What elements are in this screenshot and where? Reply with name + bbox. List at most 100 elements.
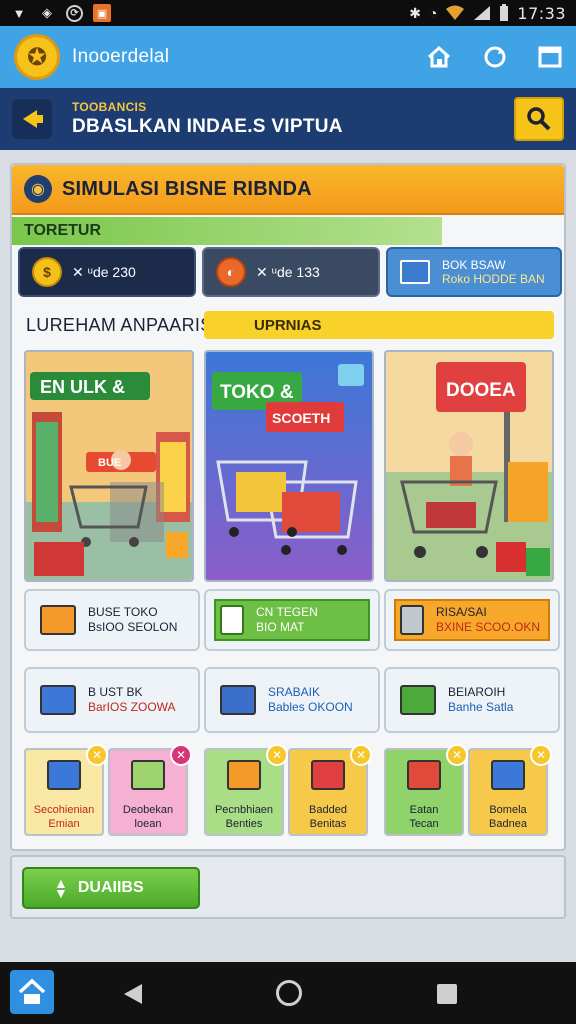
nav-recents-icon[interactable] [437, 984, 457, 1004]
bin-icon [400, 605, 424, 635]
book-icon [220, 685, 256, 715]
home-icon[interactable] [426, 45, 452, 69]
search-button[interactable] [514, 97, 564, 141]
tile-bomela[interactable]: ✕ Bomela Badnea [468, 744, 552, 836]
sync-icon: ⟳ [66, 4, 83, 22]
app-title: Inooerdelal [72, 46, 170, 67]
store-illustration-3: DOOEA [386, 352, 552, 580]
scene-1-sign: EN ULK & [40, 377, 125, 397]
option-srabaik[interactable]: SRABAIK Bables OKOON [204, 667, 380, 733]
star-badge-icon: ✕ [266, 744, 288, 766]
status-bar: ▼ ◈ ⟳ ▣ ✱ ◔ 17:33 [0, 0, 576, 26]
back-arrow-icon [23, 110, 43, 128]
scene-2-sign: TOKO & [220, 382, 294, 403]
option-sublabel: BIO MAT [256, 620, 305, 634]
download-icon: ▼ [12, 5, 26, 21]
star-badge-icon: ✕ [350, 744, 372, 766]
window-icon[interactable] [538, 46, 562, 68]
back-button[interactable] [12, 99, 52, 139]
tile-label: Pecnbhiaen [214, 804, 274, 816]
bottom-panel: ▲ ▼ DUAIIBS [10, 855, 566, 919]
option-buse-toko[interactable]: BUSE TOKO BsIOO SEOLON [24, 589, 200, 651]
sub-header-caption: TOOBANCIS [72, 100, 147, 114]
store-scene-2[interactable]: TOKO & SCOETH [204, 350, 374, 582]
tile-deobekan[interactable]: ✕ Deobekan loean [108, 744, 192, 836]
tile-sublabel: Emian [48, 818, 80, 830]
option-sublabel: BXINE SCOO.OKN [436, 620, 541, 634]
option-beiaroih[interactable]: BEIAROIH Banhe Satla [384, 667, 560, 733]
photo-icon: ▣ [93, 4, 111, 22]
tile-sublabel: Badnea [489, 818, 527, 830]
energy-stat-value: ✕ ᵘde 133 [256, 263, 320, 280]
navigation-bar [0, 962, 576, 1024]
tile-sublabel: Benitas [309, 818, 347, 830]
simulation-title: SIMULASI BISNE RIBNDA [62, 177, 312, 200]
battery-icon [500, 4, 509, 21]
app-bar: ✪ Inooerdelal [0, 26, 576, 88]
tile-label: Eatan [409, 804, 439, 816]
up-down-arrow-icon: ▲ ▼ [54, 875, 68, 901]
tile-icon [131, 760, 165, 790]
bluetooth-icon: ✱ [409, 4, 421, 21]
store-illustration-1: EN ULK & BUE [26, 352, 192, 580]
shield-icon: ◈ [42, 5, 52, 20]
register-icon [40, 685, 76, 715]
section-title: LUREHAM ANPAARISI [26, 315, 218, 335]
option-label: BEIAROIH [448, 685, 506, 699]
status-time: 17:33 [517, 3, 566, 23]
store-scene-1[interactable]: EN ULK & BUE [24, 350, 194, 582]
nav-back-icon[interactable] [122, 982, 144, 1006]
inventory-stat-line1: BOK BSAW [442, 258, 506, 272]
star-badge-icon: ✕ [86, 744, 108, 766]
refresh-icon[interactable] [482, 44, 508, 70]
star-badge-icon: ✕ [530, 744, 552, 766]
star-badge-icon: ✕ [170, 744, 192, 766]
tile-icon [491, 760, 525, 790]
search-icon [527, 107, 551, 131]
coin-stat[interactable]: $ ✕ ᵘde 230 [18, 247, 196, 297]
app-logo[interactable]: ✪ [14, 34, 60, 80]
option-risa-sai[interactable]: RISA/SAI BXINE SCOO.OKN [384, 589, 560, 651]
store-illustration-2: TOKO & SCOETH [206, 352, 372, 580]
tile-icon [407, 760, 441, 790]
option-sublabel: BarIOS ZOOWA [88, 700, 176, 714]
main-panel: ◉ SIMULASI BISNE RIBNDA TORETUR $ ✕ ᵘde … [10, 163, 566, 851]
app-shortcut-icon[interactable] [10, 970, 54, 1014]
tile-badded[interactable]: ✕ Badded Benitas [288, 744, 372, 836]
option-sublabel: Banhe Satla [448, 700, 514, 714]
alarm-icon: ◔ [428, 5, 438, 21]
store-scene-3[interactable]: DOOEA [384, 350, 554, 582]
scene-2-subsign: SCOETH [272, 410, 330, 426]
tile-eatan[interactable]: ✕ Eatan Tecan [384, 744, 468, 836]
tile-label: Badded [309, 804, 347, 816]
tile-icon [47, 760, 81, 790]
tile-secohienian[interactable]: ✕ Secohienian Emian [24, 744, 108, 836]
tile-icon [311, 760, 345, 790]
dual-button-label: DUAIIBS [77, 879, 144, 896]
tile-pecnbhiaen[interactable]: ✕ Pecnbhiaen Benties [204, 744, 288, 836]
inventory-stat[interactable]: BOK BSAW Roko HODDE BAN [386, 247, 562, 297]
sub-header-title: DBASLKAN INDAE.S VIPTUA [72, 116, 343, 137]
scene-3-sign: DOOEA [446, 380, 516, 401]
tile-label: Bomela [489, 804, 527, 816]
tile-label: Secohienian [33, 804, 95, 816]
scene-1-subsign: BUE [98, 457, 121, 469]
option-label: BUSE TOKO [88, 605, 158, 619]
section-options-pill[interactable]: UPRNIAS [204, 311, 554, 339]
tablet-icon [400, 685, 436, 715]
energy-stat[interactable]: ◐ ✕ ᵘde 133 [202, 247, 380, 297]
box-icon [400, 260, 430, 284]
tile-icon [227, 760, 261, 790]
option-sublabel: BsIOO SEOLON [88, 620, 178, 634]
tile-label: Deobekan [122, 804, 174, 816]
nav-home-icon[interactable] [276, 980, 302, 1006]
energy-icon: ◐ [216, 257, 246, 287]
option-label: CN TEGEN [256, 605, 318, 619]
dual-button[interactable]: ▲ ▼ DUAIIBS [22, 867, 200, 909]
star-badge-icon: ✕ [446, 744, 468, 766]
option-tegen[interactable]: CN TEGEN BIO MAT [204, 589, 380, 651]
option-label: RISA/SAI [436, 605, 487, 619]
flag-icon [220, 605, 244, 635]
option-ust-bk[interactable]: B UST BK BarIOS ZOOWA [24, 667, 200, 733]
globe-icon: ◉ [24, 175, 52, 203]
